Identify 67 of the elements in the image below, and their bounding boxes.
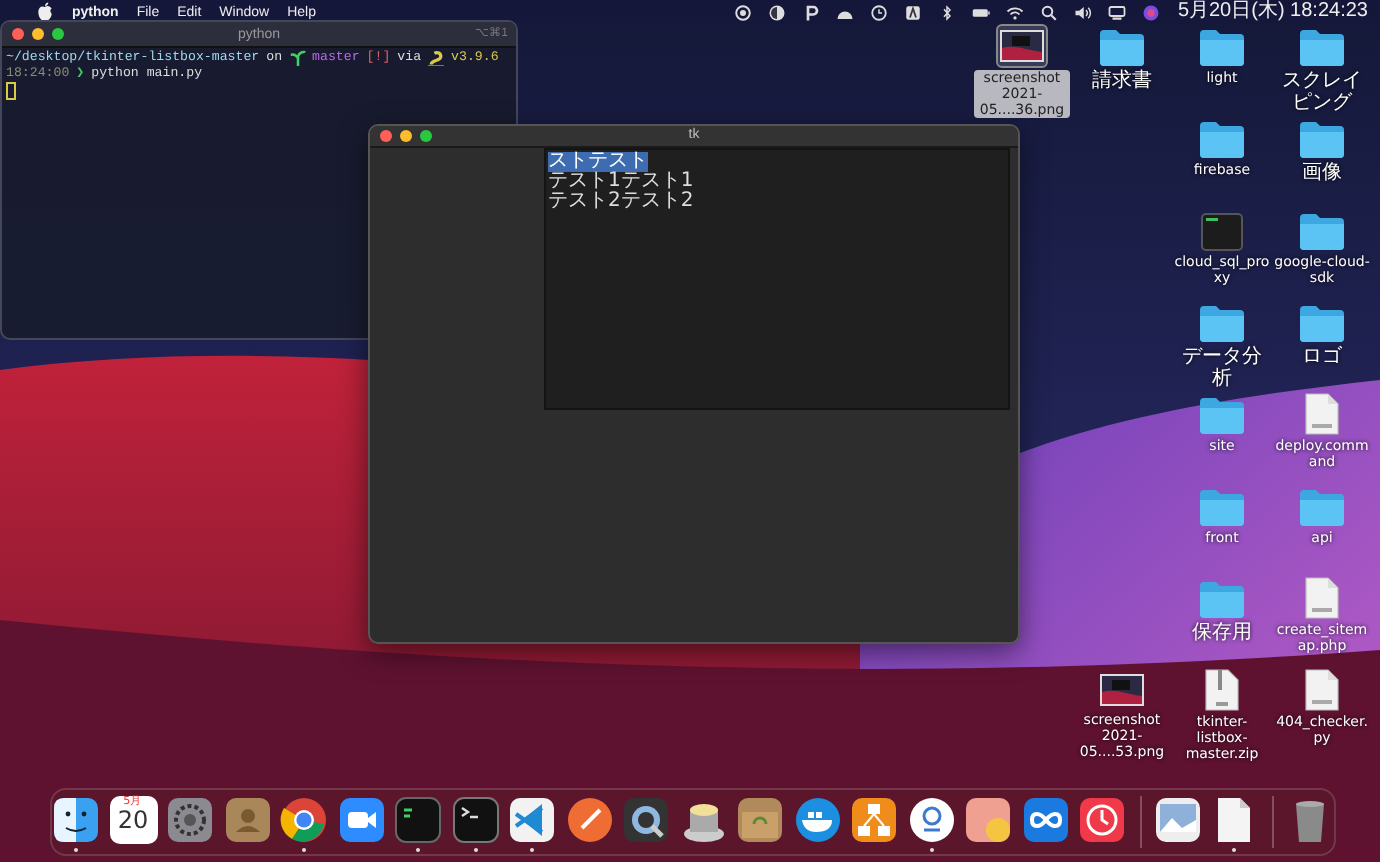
half-circle-icon[interactable] — [767, 3, 786, 21]
file-name-label[interactable]: 保存用 — [1174, 622, 1270, 644]
folder-icon — [1198, 304, 1246, 344]
terminal-icon[interactable] — [394, 796, 442, 844]
zoom-button[interactable] — [52, 28, 64, 40]
file-name-label[interactable]: ロゴ — [1274, 346, 1370, 368]
terminal-executable-icon — [1200, 212, 1244, 252]
search-icon[interactable] — [1039, 3, 1058, 21]
folder-icon — [1298, 488, 1346, 528]
file-name-label[interactable]: データ分析 — [1174, 346, 1270, 390]
ring-icon[interactable] — [907, 796, 955, 844]
close-button[interactable] — [12, 28, 24, 40]
video-camera-icon[interactable] — [337, 796, 385, 844]
siri-icon[interactable] — [1141, 3, 1160, 21]
photo-thumbnail-icon[interactable] — [1153, 796, 1202, 844]
screenshot-thumbnail-icon — [998, 26, 1046, 66]
document-icon — [1304, 576, 1340, 620]
folder-icon — [1198, 120, 1246, 160]
zip-file-icon — [1204, 668, 1240, 712]
display-icon[interactable] — [1107, 3, 1126, 21]
folder-icon — [1198, 488, 1246, 528]
document-icon — [1304, 668, 1340, 712]
document-icon — [1304, 392, 1340, 436]
clock-icon[interactable] — [1078, 796, 1126, 844]
archive-box-icon[interactable] — [736, 796, 784, 844]
p-shape-icon[interactable] — [801, 3, 820, 21]
minimize-button[interactable] — [32, 28, 44, 40]
speaker-icon[interactable] — [1073, 3, 1092, 21]
terminal-icon[interactable] — [451, 796, 499, 844]
folder-icon — [1298, 212, 1346, 252]
address-book-icon[interactable] — [223, 796, 271, 844]
folder-icon — [1298, 28, 1346, 68]
snake-icon — [428, 50, 445, 66]
flowchart-icon[interactable] — [850, 796, 898, 844]
folder-icon — [1198, 28, 1246, 68]
infinity-icon[interactable] — [1021, 796, 1069, 844]
folder-icon — [1098, 28, 1146, 68]
file-name-label[interactable]: 画像 — [1274, 162, 1370, 184]
list-item[interactable]: テスト1テスト1 — [548, 172, 694, 192]
settings-icon[interactable] — [166, 796, 214, 844]
browser-icon[interactable] — [280, 796, 328, 844]
clock-icon[interactable] — [869, 3, 888, 21]
zoom-button[interactable] — [420, 130, 432, 142]
screenshot-thumbnail-icon — [1098, 670, 1146, 710]
battery-icon[interactable] — [971, 3, 990, 21]
close-button[interactable] — [380, 130, 392, 142]
coin-card-icon[interactable] — [964, 796, 1012, 844]
sprout-icon — [289, 50, 306, 66]
list-item[interactable]: ストテスト — [548, 152, 648, 172]
q-shape-icon[interactable] — [622, 796, 670, 844]
apple-logo-icon[interactable] — [36, 2, 54, 22]
code-editor-icon[interactable] — [508, 796, 556, 844]
folder-icon — [1198, 580, 1246, 620]
whale-icon[interactable] — [793, 796, 841, 844]
folder-icon — [1198, 396, 1246, 436]
file-name-label[interactable]: スクレイピング — [1274, 70, 1370, 114]
listbox[interactable]: ストテスト テスト1テスト1 テスト2テスト2 — [544, 148, 1010, 410]
folder-icon — [1298, 304, 1346, 344]
file-name-label[interactable]: 請求書 — [1074, 70, 1170, 92]
text-cursor — [6, 82, 16, 100]
folder-icon — [1298, 120, 1346, 160]
wifi-icon[interactable] — [1005, 3, 1024, 21]
record-icon[interactable] — [733, 3, 752, 21]
menu-bar-clock[interactable]: 5月20日(木) 18:24:23 — [1177, 0, 1368, 24]
list-item[interactable]: テスト2テスト2 — [548, 192, 694, 212]
finder-face-icon[interactable] — [52, 796, 100, 844]
minimize-button[interactable] — [400, 130, 412, 142]
